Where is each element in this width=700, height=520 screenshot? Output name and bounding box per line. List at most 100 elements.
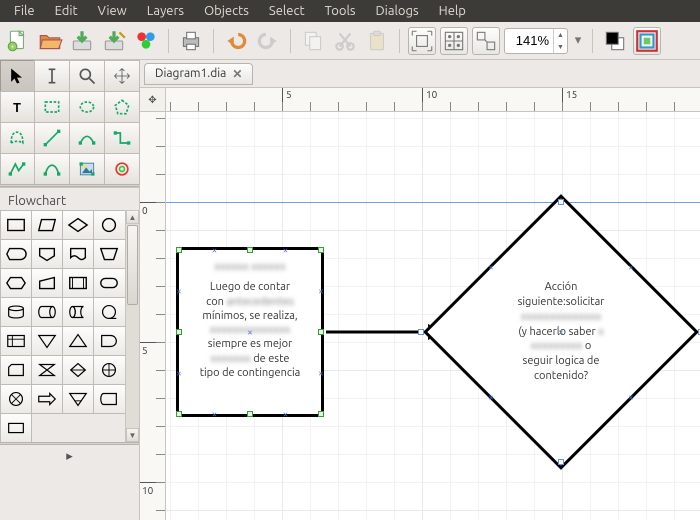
menu-layers[interactable]: Layers [137,2,194,20]
scroll-tool[interactable] [104,60,140,92]
shape-offpage[interactable] [31,239,63,269]
color-fg-bg[interactable] [601,27,629,55]
pointer-tool[interactable] [0,60,35,92]
document-tabs: Diagram1.dia ✕ [140,60,700,88]
palette-scrollbar[interactable]: ▲ ▼ [125,210,139,442]
copy-button[interactable] [299,27,327,55]
toolbar-separator [399,29,400,53]
shape-or[interactable] [93,355,125,385]
shape-transmit[interactable] [31,384,63,414]
shape-sort[interactable] [62,355,94,385]
menu-edit[interactable]: Edit [45,2,88,20]
ruler-corner[interactable]: ✥ [140,88,166,112]
ellipse-tool[interactable] [69,91,105,123]
shape-terminal[interactable] [93,268,125,298]
image-tool[interactable] [69,153,105,185]
shape-delay[interactable] [93,326,125,356]
menu-file[interactable]: File [4,2,45,20]
document-tab[interactable]: Diagram1.dia ✕ [144,63,253,85]
menu-select[interactable]: Select [259,2,315,20]
shape-preparation[interactable] [0,268,32,298]
node-text: Luego de contar [185,280,315,294]
outline-tool[interactable] [104,153,140,185]
zoom-field[interactable]: ▲▼ [504,28,568,54]
beziergon-tool[interactable] [0,122,35,154]
shape-predefined[interactable] [62,268,94,298]
save-as-button[interactable] [100,27,128,55]
blurred-text: xxxxxxxxx [531,339,583,354]
shape-document[interactable] [62,239,94,269]
export-button[interactable] [132,27,160,55]
cut-button[interactable] [331,27,359,55]
blurred-text: xxxxxxxxxxxxxx [521,310,602,325]
svg-text:+: + [11,43,15,50]
print-button[interactable] [177,27,205,55]
menu-tools[interactable]: Tools [315,2,366,20]
polyline-tool[interactable] [0,153,35,185]
color-select-button[interactable] [633,27,661,55]
zoom-down[interactable]: ▼ [554,41,567,53]
shape-disk[interactable] [0,297,32,327]
shape-generic[interactable] [0,413,32,443]
redo-button[interactable] [254,27,282,55]
shape-internal[interactable] [0,326,32,356]
shape-merge[interactable] [31,326,63,356]
menu-help[interactable]: Help [429,2,476,20]
svg-text:T: T [13,100,21,115]
shape-tape[interactable] [93,297,125,327]
toolbar-separator [168,29,169,53]
box-tool[interactable] [34,91,70,123]
shape-data[interactable] [93,384,125,414]
undo-button[interactable] [222,27,250,55]
shape-display[interactable] [0,239,32,269]
bezier-tool[interactable] [34,153,70,185]
shape-manual-op[interactable] [93,239,125,269]
node-text: Acción [481,280,641,295]
sheet-selector[interactable]: Flowchart [0,187,139,210]
shape-collate[interactable] [31,355,63,385]
vertical-ruler[interactable]: 0510 [140,112,166,520]
drawing-canvas[interactable]: xxxxxx xxxxxx Luego de contar con antece… [166,112,700,520]
save-button[interactable] [68,27,96,55]
scroll-up-arrow[interactable]: ▲ [126,210,139,224]
shape-drum[interactable] [62,297,94,327]
node-text: de este [251,353,290,365]
scroll-down-arrow[interactable]: ▼ [126,428,139,442]
shape-card[interactable] [0,355,32,385]
open-file-button[interactable] [36,27,64,55]
flowchart-process-node[interactable]: xxxxxx xxxxxx Luego de contar con antece… [176,247,324,417]
zoom-extents-button[interactable] [408,27,436,55]
shape-connector[interactable] [93,210,125,240]
shape-extract[interactable] [62,326,94,356]
line-tool[interactable] [34,122,70,154]
toolbox-arrow-right[interactable]: ▸ [0,445,139,520]
diagram-viewport: ✥ 5101520 0510 xxxxxx xxxxxx Luego de co… [140,88,700,520]
scroll-thumb[interactable] [127,225,138,305]
text-edit-tool[interactable] [34,60,70,92]
zoom-input[interactable] [505,31,553,50]
close-icon[interactable]: ✕ [232,67,242,81]
paste-button[interactable] [363,27,391,55]
menu-objects[interactable]: Objects [194,2,259,20]
shape-database[interactable] [31,297,63,327]
snap-object-button[interactable] [472,27,500,55]
menu-view[interactable]: View [88,2,137,20]
shape-manual-input[interactable] [31,268,63,298]
shape-sum[interactable] [0,384,32,414]
shape-offline[interactable] [62,384,94,414]
zoom-up[interactable]: ▲ [554,29,567,41]
text-tool[interactable]: T [0,91,35,123]
zoom-dropdown[interactable]: ▾ [572,33,584,48]
polygon-tool[interactable] [104,91,140,123]
new-file-button[interactable]: + [4,27,32,55]
shape-process[interactable] [0,210,32,240]
flowchart-decision-node[interactable]: Acción siguiente:solicitar xxxxxxxxxxxxx… [421,202,700,462]
menu-dialogs[interactable]: Dialogs [366,2,429,20]
horizontal-ruler[interactable]: 5101520 [166,88,700,112]
arc-tool[interactable] [69,122,105,154]
shape-decision[interactable] [62,210,94,240]
shape-io[interactable] [31,210,63,240]
snap-grid-button[interactable] [440,27,468,55]
zigzag-tool[interactable] [104,122,140,154]
zoom-tool[interactable] [69,60,105,92]
